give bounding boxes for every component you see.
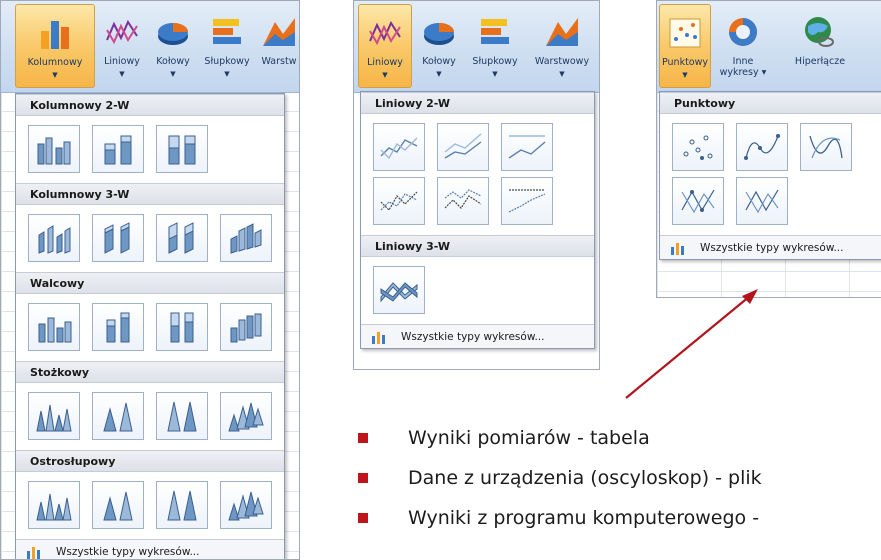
bullet-square-icon [358, 473, 368, 483]
bullet-square-icon [358, 433, 368, 443]
bullet-item: Wyniki pomiarów - tabela [358, 418, 762, 458]
bullet-list: Wyniki pomiarów - tabela Dane z urządzen… [358, 418, 762, 538]
bullet-square-icon [358, 513, 368, 523]
bullet-item: Wyniki z programu komputerowego - [358, 498, 762, 538]
bullet-item: Dane z urządzenia (oscyloskop) - plik [358, 458, 762, 498]
